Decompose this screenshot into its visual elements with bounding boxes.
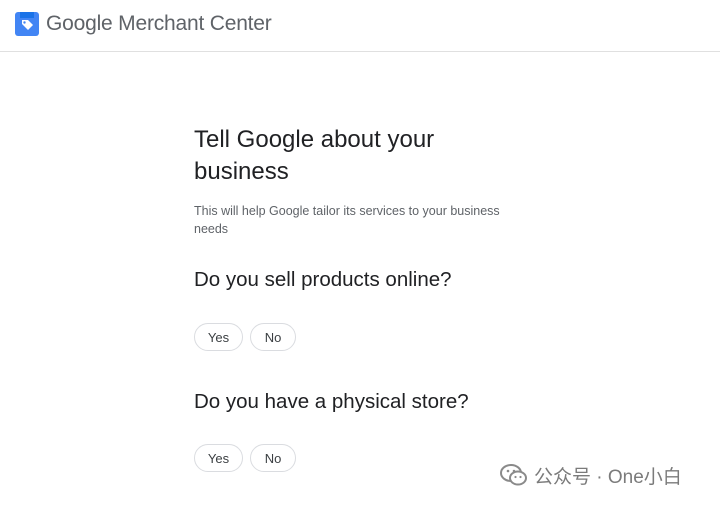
watermark: 公众号 · One小白 bbox=[500, 462, 682, 488]
answer-group-sell-online: Yes No bbox=[194, 323, 296, 351]
question-sell-online: Do you sell products online? bbox=[194, 268, 452, 291]
page-subtitle: This will help Google tailor its service… bbox=[194, 204, 500, 236]
answer-group-physical-store: Yes No bbox=[194, 444, 296, 472]
physical-store-yes-button[interactable]: Yes bbox=[194, 444, 243, 472]
header-bar: Google Merchant Center bbox=[0, 0, 720, 52]
question-physical-store: Do you have a physical store? bbox=[194, 390, 469, 413]
brand-google: Google bbox=[46, 12, 113, 35]
merchant-center-logo-icon[interactable] bbox=[14, 11, 40, 37]
page-title: Tell Google about your business bbox=[194, 126, 435, 185]
brand-product: Merchant Center bbox=[118, 12, 272, 35]
page: Google Merchant Center Tell Google about… bbox=[0, 0, 720, 505]
sell-online-no-button[interactable]: No bbox=[250, 323, 296, 351]
brand-name[interactable]: Google Merchant Center bbox=[46, 12, 272, 36]
sell-online-yes-button[interactable]: Yes bbox=[194, 323, 243, 351]
physical-store-no-button[interactable]: No bbox=[250, 444, 296, 472]
watermark-text: 公众号 · One小白 bbox=[534, 466, 682, 488]
wechat-icon bbox=[500, 464, 527, 486]
